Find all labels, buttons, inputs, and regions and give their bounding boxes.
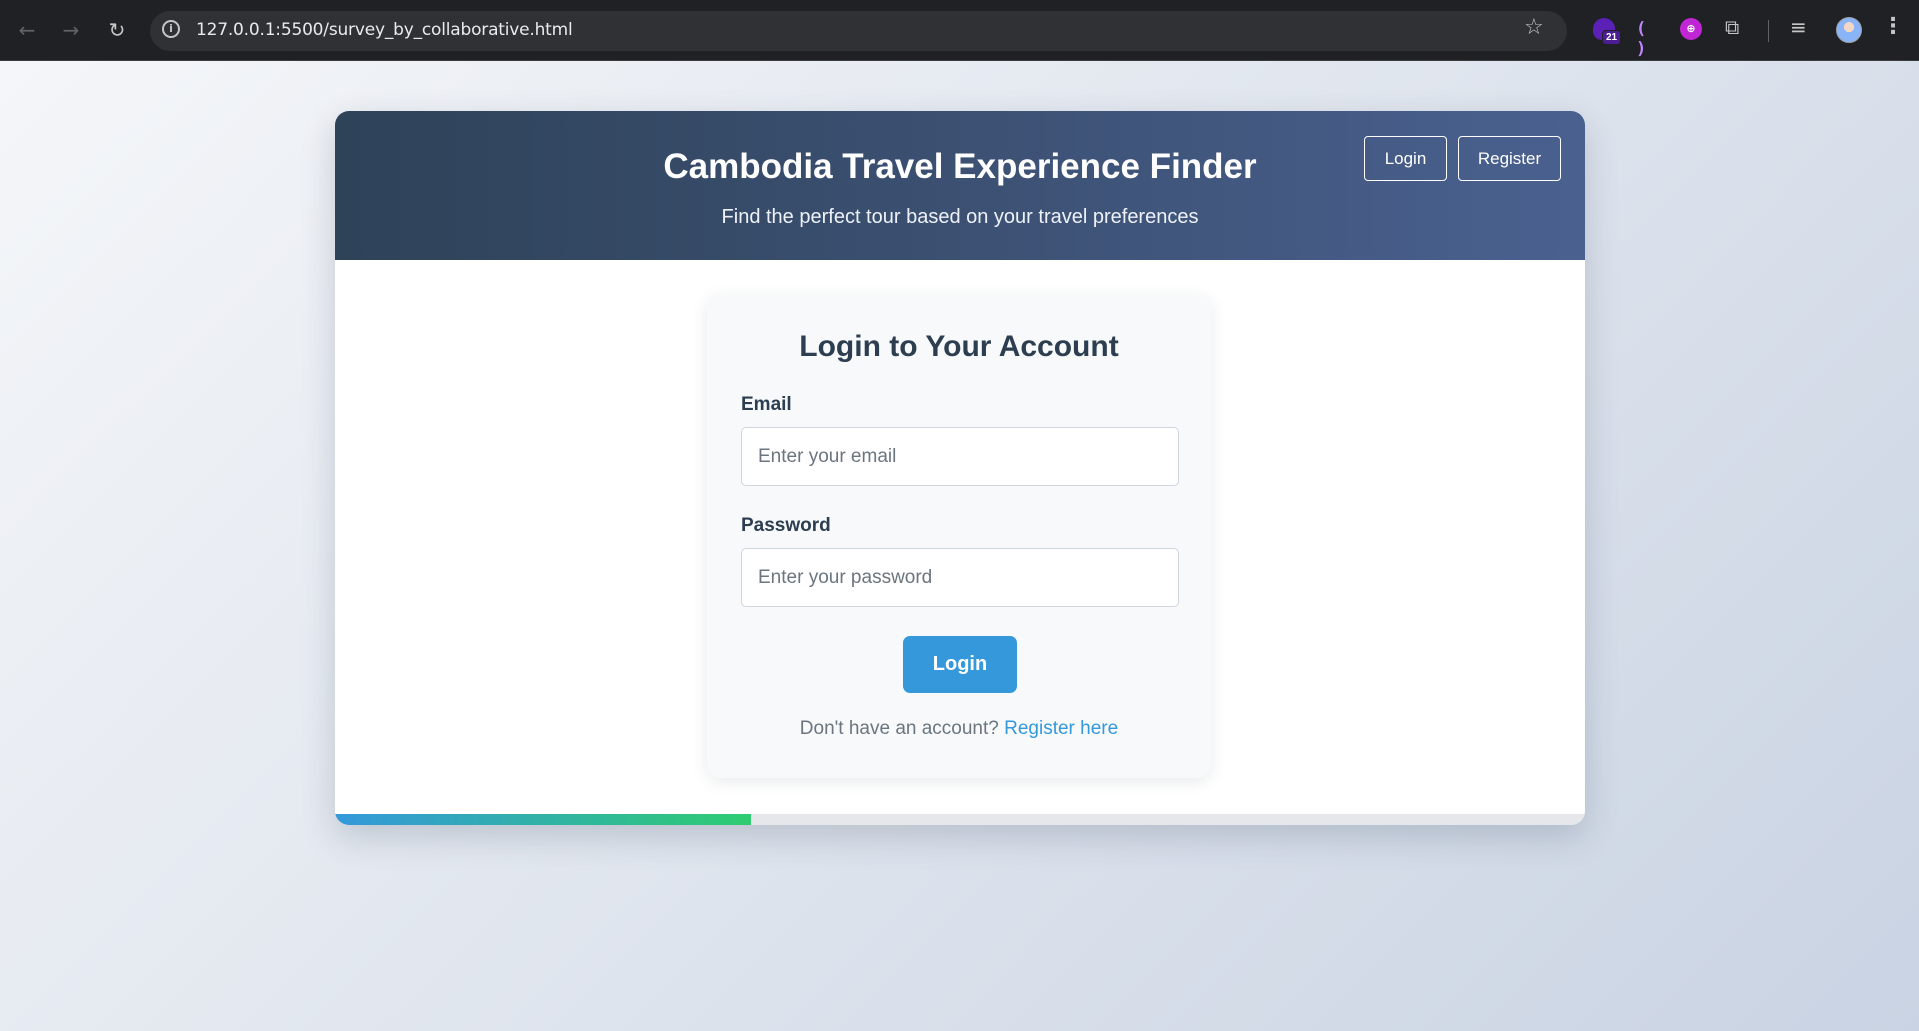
toolbar-divider (1768, 20, 1769, 42)
paren-extension-icon[interactable]: ( ) (1636, 19, 1660, 59)
site-info-icon[interactable]: i (162, 20, 180, 38)
login-form: Login to Your Account Email Password Log… (707, 294, 1211, 778)
email-label: Email (741, 394, 792, 415)
media-controls-icon[interactable]: ≡ (1790, 15, 1814, 39)
extension-badge: 21 (1602, 30, 1622, 45)
menu-kebab-icon[interactable]: ⋮ (1882, 14, 1904, 39)
page-subtitle: Find the perfect tour based on your trav… (721, 206, 1199, 228)
header-login-button[interactable]: Login (1364, 136, 1447, 181)
password-field[interactable] (741, 548, 1179, 607)
login-submit-button[interactable]: Login (903, 636, 1017, 693)
email-field[interactable] (741, 427, 1179, 486)
wallet-extension-icon[interactable]: 21 (1593, 18, 1622, 45)
login-heading: Login to Your Account (799, 330, 1119, 363)
extensions-puzzle-icon[interactable]: ⧉ (1725, 15, 1749, 39)
url-text[interactable]: 127.0.0.1:5500/survey_by_collaborative.h… (196, 20, 573, 40)
circle-extension-icon[interactable]: ⊕ (1680, 18, 1702, 40)
header-register-button[interactable]: Register (1458, 136, 1561, 181)
progress-fill (335, 814, 752, 825)
progress-bar (335, 814, 1585, 825)
register-prompt-text: Don't have an account? (799, 718, 999, 739)
page-viewport: Cambodia Travel Experience Finder Find t… (0, 61, 1919, 1031)
register-prompt: Don't have an account? Register here (707, 718, 1211, 740)
password-label: Password (741, 515, 831, 536)
profile-avatar[interactable] (1836, 17, 1862, 43)
back-arrow-icon[interactable]: ← (11, 14, 43, 46)
forward-arrow-icon[interactable]: → (55, 14, 87, 46)
browser-toolbar: ← → ↻ i 127.0.0.1:5500/survey_by_collabo… (0, 0, 1919, 61)
app-card: Cambodia Travel Experience Finder Find t… (335, 111, 1585, 825)
register-link[interactable]: Register here (1004, 718, 1118, 739)
app-header: Cambodia Travel Experience Finder Find t… (335, 111, 1585, 260)
reload-icon[interactable]: ↻ (101, 14, 133, 46)
bookmark-star-icon[interactable]: ☆ (1524, 15, 1544, 40)
